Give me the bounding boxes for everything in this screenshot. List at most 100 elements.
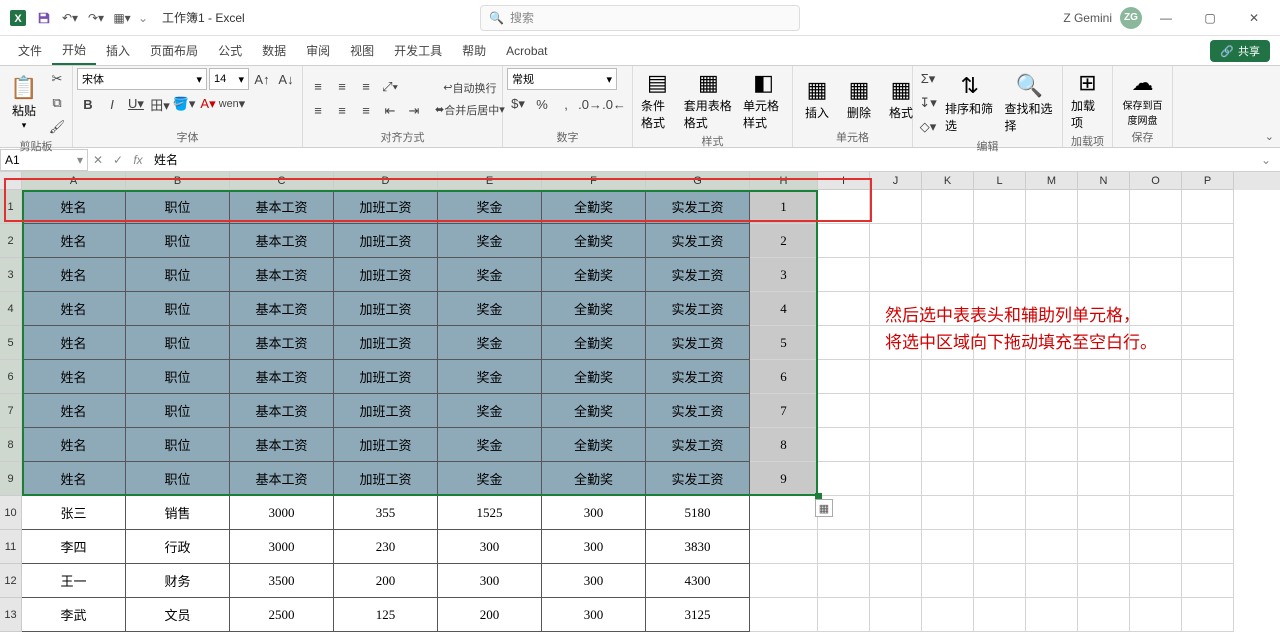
- cell-K1[interactable]: [922, 190, 974, 224]
- cell-P4[interactable]: [1182, 292, 1234, 326]
- cell-H2[interactable]: 2: [750, 224, 818, 258]
- underline-button[interactable]: U▾: [125, 93, 147, 115]
- cell-K6[interactable]: [922, 360, 974, 394]
- cell-C7[interactable]: 基本工资: [230, 394, 334, 428]
- cell-K13[interactable]: [922, 598, 974, 632]
- cell-M9[interactable]: [1026, 462, 1078, 496]
- cell-L13[interactable]: [974, 598, 1026, 632]
- cell-H6[interactable]: 6: [750, 360, 818, 394]
- cell-F7[interactable]: 全勤奖: [542, 394, 646, 428]
- cell-J1[interactable]: [870, 190, 922, 224]
- cell-B9[interactable]: 职位: [126, 462, 230, 496]
- cell-M2[interactable]: [1026, 224, 1078, 258]
- cell-M11[interactable]: [1026, 530, 1078, 564]
- cell-B13[interactable]: 文员: [126, 598, 230, 632]
- cell-A3[interactable]: 姓名: [22, 258, 126, 292]
- cell-M3[interactable]: [1026, 258, 1078, 292]
- cell-H7[interactable]: 7: [750, 394, 818, 428]
- cell-P8[interactable]: [1182, 428, 1234, 462]
- cell-F5[interactable]: 全勤奖: [542, 326, 646, 360]
- increase-font-button[interactable]: A↑: [251, 68, 273, 90]
- spreadsheet-grid[interactable]: ABCDEFGHIJKLMNOP 1姓名职位基本工资加班工资奖金全勤奖实发工资1…: [0, 172, 1280, 637]
- cell-K9[interactable]: [922, 462, 974, 496]
- cell-L12[interactable]: [974, 564, 1026, 598]
- cell-C10[interactable]: 3000: [230, 496, 334, 530]
- cell-H1[interactable]: 1: [750, 190, 818, 224]
- cell-P5[interactable]: [1182, 326, 1234, 360]
- font-name-select[interactable]: 宋体▾: [77, 68, 207, 90]
- cell-D10[interactable]: 355: [334, 496, 438, 530]
- tab-home[interactable]: 开始: [52, 36, 96, 65]
- cell-M10[interactable]: [1026, 496, 1078, 530]
- cell-I11[interactable]: [818, 530, 870, 564]
- cell-D3[interactable]: 加班工资: [334, 258, 438, 292]
- cell-F12[interactable]: 300: [542, 564, 646, 598]
- cell-C4[interactable]: 基本工资: [230, 292, 334, 326]
- cell-O3[interactable]: [1130, 258, 1182, 292]
- increase-indent-button[interactable]: ⇥: [403, 100, 425, 122]
- colhead-D[interactable]: D: [334, 172, 438, 190]
- cell-N7[interactable]: [1078, 394, 1130, 428]
- colhead-E[interactable]: E: [438, 172, 542, 190]
- cell-K7[interactable]: [922, 394, 974, 428]
- cell-P12[interactable]: [1182, 564, 1234, 598]
- rowhead-9[interactable]: 9: [0, 462, 22, 496]
- cell-I6[interactable]: [818, 360, 870, 394]
- tab-insert[interactable]: 插入: [96, 36, 140, 65]
- number-format-select[interactable]: 常规▾: [507, 68, 617, 90]
- cell-styles-button[interactable]: ◧单元格样式: [739, 68, 788, 133]
- cell-I8[interactable]: [818, 428, 870, 462]
- cell-I9[interactable]: [818, 462, 870, 496]
- cell-F9[interactable]: 全勤奖: [542, 462, 646, 496]
- cell-G6[interactable]: 实发工资: [646, 360, 750, 394]
- cell-P11[interactable]: [1182, 530, 1234, 564]
- cell-A9[interactable]: 姓名: [22, 462, 126, 496]
- cell-J7[interactable]: [870, 394, 922, 428]
- cell-F11[interactable]: 300: [542, 530, 646, 564]
- currency-button[interactable]: $▾: [507, 93, 529, 115]
- cell-P6[interactable]: [1182, 360, 1234, 394]
- decrease-font-button[interactable]: A↓: [275, 68, 297, 90]
- rowhead-3[interactable]: 3: [0, 258, 22, 292]
- colhead-P[interactable]: P: [1182, 172, 1234, 190]
- cell-G8[interactable]: 实发工资: [646, 428, 750, 462]
- copy-button[interactable]: ⧉: [46, 92, 68, 114]
- cell-A11[interactable]: 李四: [22, 530, 126, 564]
- cell-L2[interactable]: [974, 224, 1026, 258]
- cell-C8[interactable]: 基本工资: [230, 428, 334, 462]
- user-avatar[interactable]: ZG: [1120, 7, 1142, 29]
- cell-E5[interactable]: 奖金: [438, 326, 542, 360]
- cell-H5[interactable]: 5: [750, 326, 818, 360]
- cell-N8[interactable]: [1078, 428, 1130, 462]
- close-button[interactable]: ✕: [1234, 5, 1274, 31]
- border-button[interactable]: 田▾: [149, 93, 171, 115]
- cell-E1[interactable]: 奖金: [438, 190, 542, 224]
- cell-L10[interactable]: [974, 496, 1026, 530]
- cell-M7[interactable]: [1026, 394, 1078, 428]
- cell-B4[interactable]: 职位: [126, 292, 230, 326]
- colhead-O[interactable]: O: [1130, 172, 1182, 190]
- cell-L3[interactable]: [974, 258, 1026, 292]
- cell-F4[interactable]: 全勤奖: [542, 292, 646, 326]
- cell-K11[interactable]: [922, 530, 974, 564]
- cell-D7[interactable]: 加班工资: [334, 394, 438, 428]
- cell-A8[interactable]: 姓名: [22, 428, 126, 462]
- phonetic-button[interactable]: wen▾: [221, 93, 243, 115]
- cell-L1[interactable]: [974, 190, 1026, 224]
- colhead-B[interactable]: B: [126, 172, 230, 190]
- cell-A2[interactable]: 姓名: [22, 224, 126, 258]
- cell-F13[interactable]: 300: [542, 598, 646, 632]
- colhead-C[interactable]: C: [230, 172, 334, 190]
- cell-I4[interactable]: [818, 292, 870, 326]
- search-box[interactable]: 🔍 搜索: [480, 5, 800, 31]
- cell-J8[interactable]: [870, 428, 922, 462]
- cell-P7[interactable]: [1182, 394, 1234, 428]
- rowhead-11[interactable]: 11: [0, 530, 22, 564]
- cell-M1[interactable]: [1026, 190, 1078, 224]
- cell-B12[interactable]: 财务: [126, 564, 230, 598]
- cell-D4[interactable]: 加班工资: [334, 292, 438, 326]
- cell-E9[interactable]: 奖金: [438, 462, 542, 496]
- rowhead-5[interactable]: 5: [0, 326, 22, 360]
- tab-dev[interactable]: 开发工具: [384, 36, 452, 65]
- fill-color-button[interactable]: 🪣▾: [173, 93, 195, 115]
